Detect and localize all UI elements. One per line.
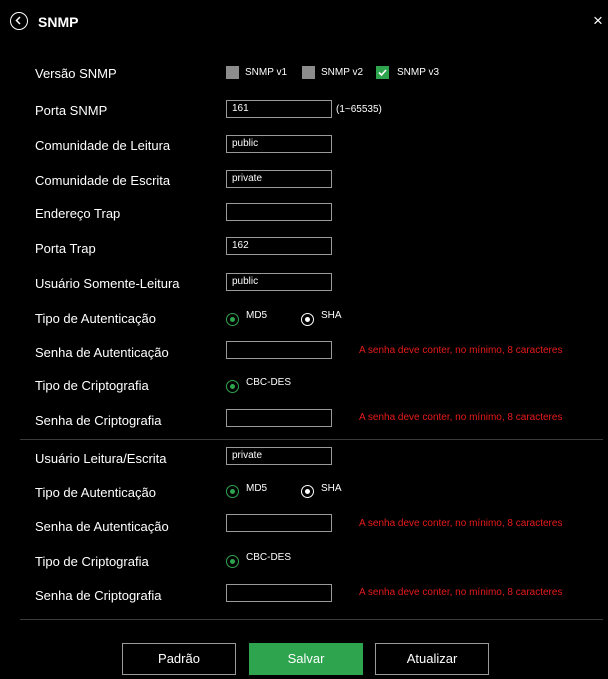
snmp-port-label: Porta SNMP xyxy=(35,103,108,118)
ro-crypto-password-error: A senha deve conter, no mínimo, 8 caract… xyxy=(359,412,563,423)
ro-user-input[interactable]: public xyxy=(226,273,332,291)
ro-auth-type-label: Tipo de Autenticação xyxy=(35,311,156,326)
dialog-header: SNMP × xyxy=(0,0,608,44)
rw-auth-md5-radio[interactable] xyxy=(226,485,239,498)
rw-crypto-password-input[interactable] xyxy=(226,584,332,602)
snmp-v2-checkbox[interactable] xyxy=(302,66,315,79)
ro-auth-password-input[interactable] xyxy=(226,341,332,359)
snmp-v2-label: SNMP v2 xyxy=(321,67,364,78)
write-community-label: Comunidade de Escrita xyxy=(35,173,171,188)
read-community-input[interactable]: public xyxy=(226,135,332,153)
back-button[interactable] xyxy=(10,12,28,30)
rw-crypto-cbcdes-label: CBC-DES xyxy=(246,552,292,563)
ro-crypto-type-label: Tipo de Criptografia xyxy=(35,378,149,393)
snmp-v1-checkbox[interactable] xyxy=(226,66,239,79)
ro-auth-password-label: Senha de Autenticação xyxy=(35,345,169,360)
page-title: SNMP xyxy=(38,14,79,30)
trap-address-input[interactable] xyxy=(226,203,332,221)
ro-auth-sha-label: SHA xyxy=(321,310,342,321)
trap-port-label: Porta Trap xyxy=(35,241,96,256)
snmp-v1-label: SNMP v1 xyxy=(245,67,288,78)
chevron-left-icon xyxy=(15,16,21,25)
snmp-v3-checkbox[interactable] xyxy=(376,66,389,79)
rw-crypto-password-label: Senha de Criptografia xyxy=(35,588,162,603)
save-button[interactable]: Salvar xyxy=(249,643,363,675)
ro-auth-password-error: A senha deve conter, no mínimo, 8 caract… xyxy=(359,345,563,356)
rw-auth-md5-label: MD5 xyxy=(246,483,268,494)
ro-user-label: Usuário Somente-Leitura xyxy=(35,276,180,291)
snmp-port-input[interactable]: 161 xyxy=(226,100,332,118)
refresh-button[interactable]: Atualizar xyxy=(375,643,489,675)
rw-auth-password-input[interactable] xyxy=(226,514,332,532)
rw-user-label: Usuário Leitura/Escrita xyxy=(35,451,167,466)
port-range-hint: (1~65535) xyxy=(336,104,382,115)
ro-auth-md5-label: MD5 xyxy=(246,310,268,321)
rw-crypto-type-label: Tipo de Criptografia xyxy=(35,554,149,569)
snmp-dialog: SNMP × Versão SNMP SNMP v1 SNMP v2 SNMP … xyxy=(0,0,608,679)
snmp-version-label: Versão SNMP xyxy=(35,66,117,81)
ro-crypto-password-label: Senha de Criptografia xyxy=(35,413,162,428)
rw-crypto-password-error: A senha deve conter, no mínimo, 8 caract… xyxy=(359,587,563,598)
rw-auth-password-error: A senha deve conter, no mínimo, 8 caract… xyxy=(359,518,563,529)
close-icon[interactable]: × xyxy=(593,12,603,29)
trap-port-input[interactable]: 162 xyxy=(226,237,332,255)
rw-auth-sha-radio[interactable] xyxy=(301,485,314,498)
ro-crypto-cbcdes-label: CBC-DES xyxy=(246,377,292,388)
rw-crypto-cbcdes-radio[interactable] xyxy=(226,555,239,568)
check-icon xyxy=(378,69,387,77)
default-button[interactable]: Padrão xyxy=(122,643,236,675)
read-community-label: Comunidade de Leitura xyxy=(35,138,171,153)
rw-auth-password-label: Senha de Autenticação xyxy=(35,519,169,534)
rw-auth-type-label: Tipo de Autenticação xyxy=(35,485,156,500)
ro-crypto-cbcdes-radio[interactable] xyxy=(226,380,239,393)
rw-user-input[interactable]: private xyxy=(226,447,332,465)
section-divider xyxy=(20,439,603,440)
ro-auth-sha-radio[interactable] xyxy=(301,313,314,326)
trap-address-label: Endereço Trap xyxy=(35,206,121,221)
snmp-v3-label: SNMP v3 xyxy=(397,67,440,78)
ro-crypto-password-input[interactable] xyxy=(226,409,332,427)
rw-auth-sha-label: SHA xyxy=(321,483,342,494)
ro-auth-md5-radio[interactable] xyxy=(226,313,239,326)
write-community-input[interactable]: private xyxy=(226,170,332,188)
footer-divider xyxy=(20,619,603,620)
